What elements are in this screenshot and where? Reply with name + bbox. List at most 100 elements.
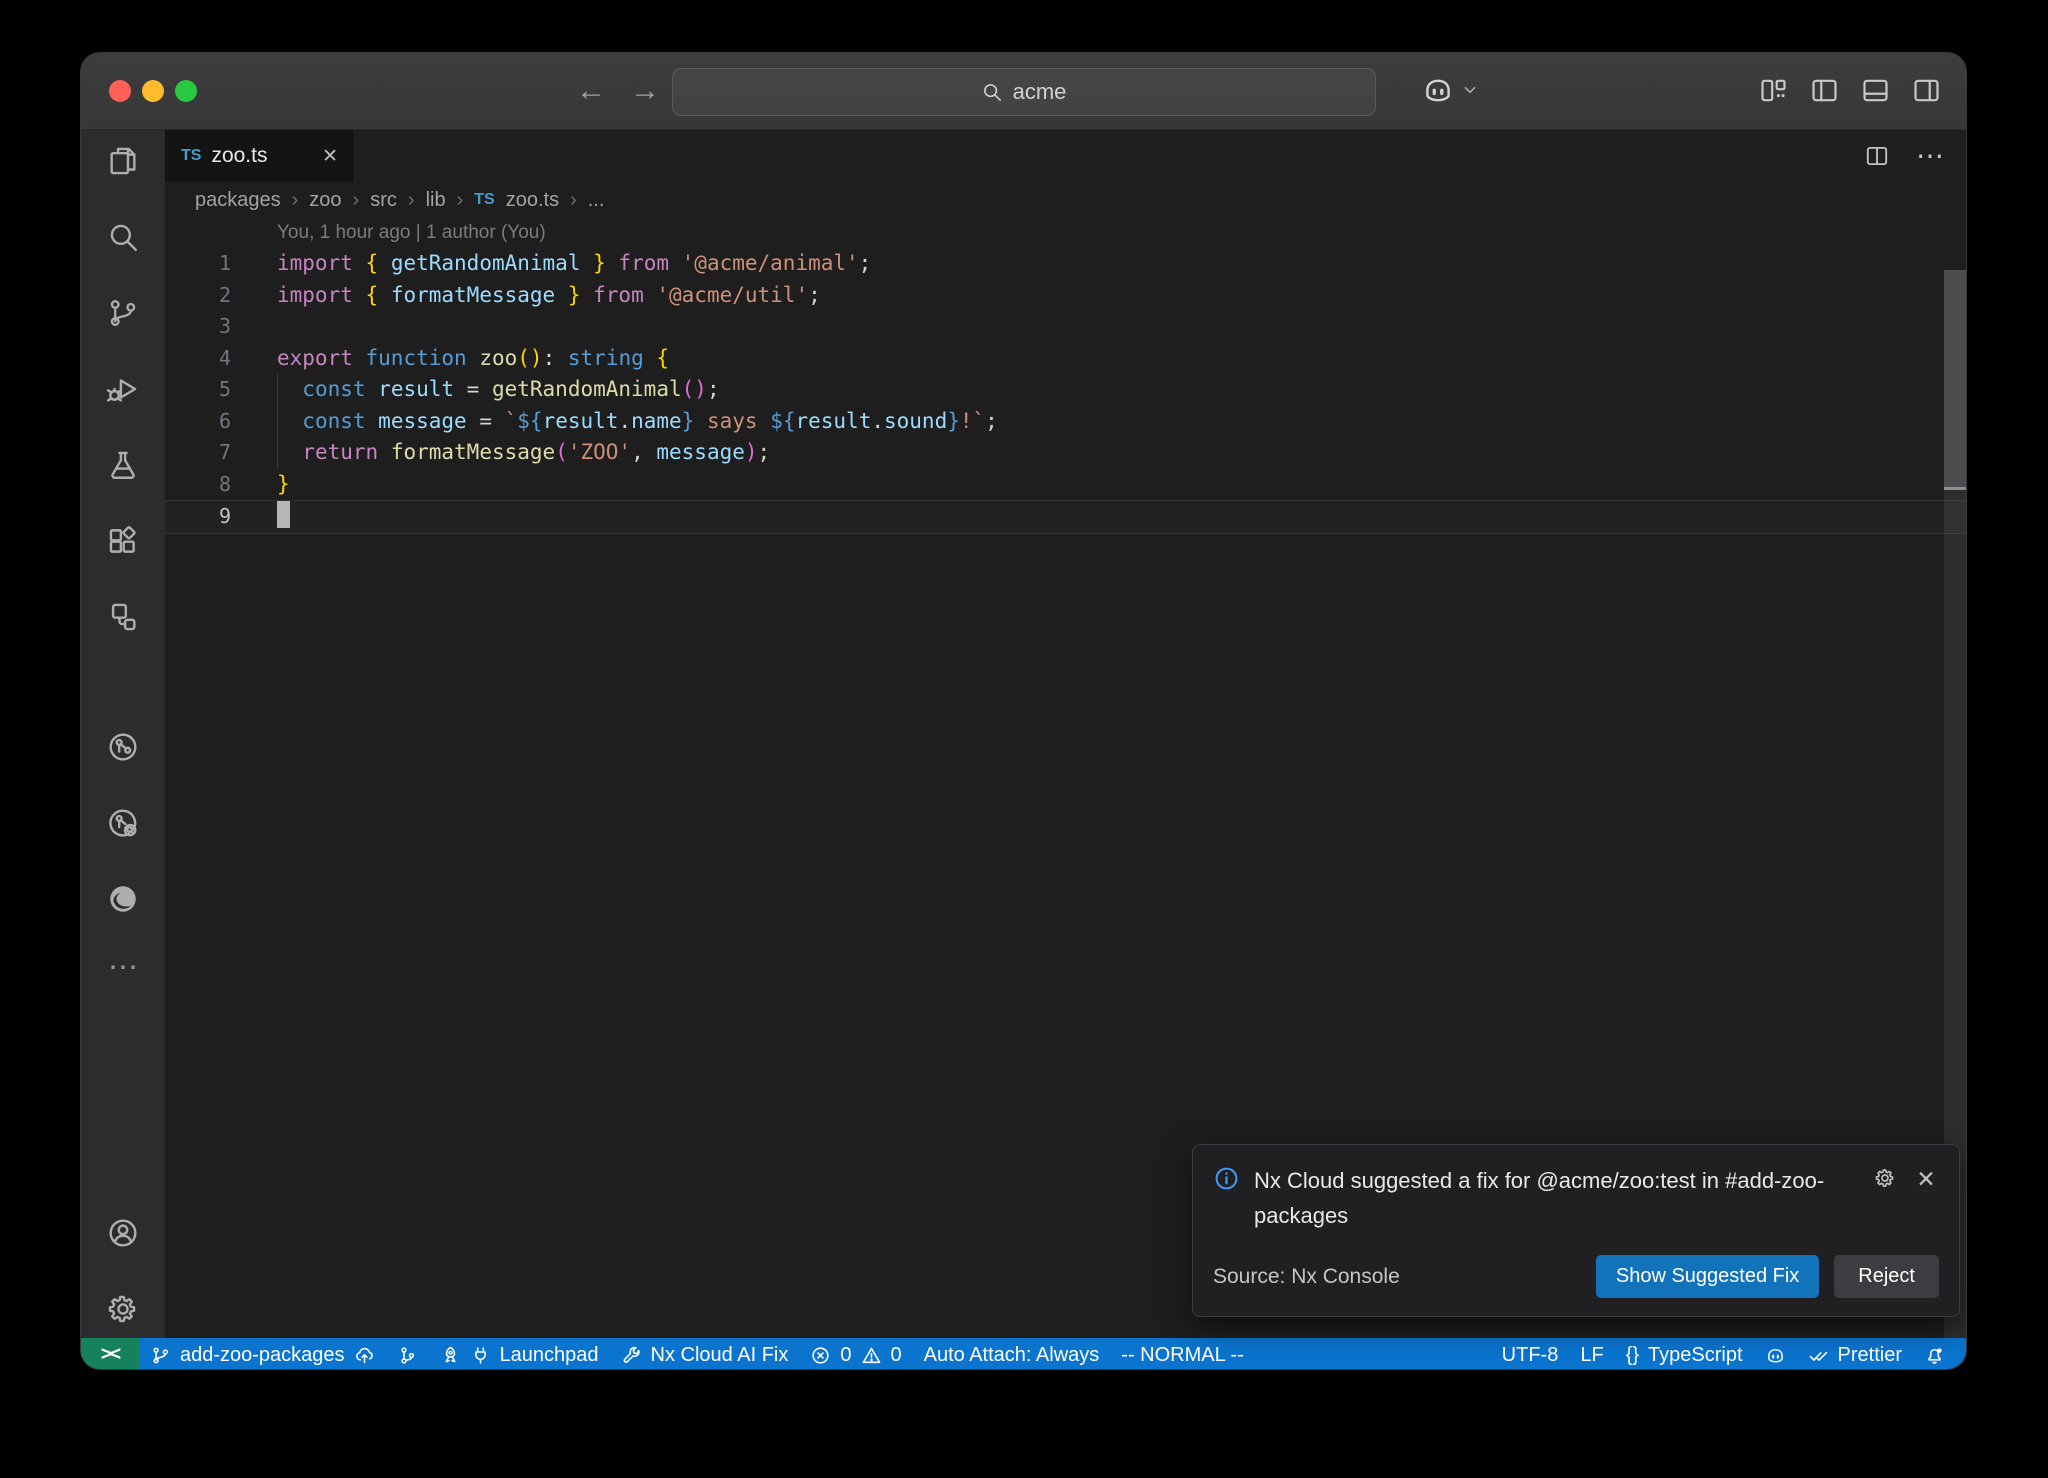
activity-item-edge-browser[interactable]	[106, 882, 140, 916]
minimize-window-button[interactable]	[142, 80, 164, 102]
status-problems-label: 0	[840, 1344, 851, 1367]
split-editor-icon[interactable]	[1864, 143, 1890, 169]
line-number: 9	[165, 501, 231, 533]
breadcrumb-item-zoots[interactable]: zoo.ts	[506, 189, 559, 212]
status-encoding[interactable]: UTF-8	[1491, 1338, 1570, 1370]
copilot-menu[interactable]	[1421, 73, 1479, 107]
notification-source: Source: Nx Console	[1213, 1265, 1596, 1289]
traffic-lights	[109, 80, 197, 102]
typescript-file-icon: TS	[181, 147, 201, 165]
scrollbar-slider[interactable]	[1944, 270, 1966, 487]
activity-item-nx-cloud[interactable]	[106, 806, 140, 840]
status-notifications-bell[interactable]	[1913, 1338, 1956, 1370]
status-vim-mode-label: -- NORMAL --	[1121, 1344, 1244, 1367]
git-blame-annotation: You, 1 hour ago | 1 author (You)	[165, 218, 1966, 248]
line-number: 7	[165, 437, 231, 469]
activity-more-icon[interactable]: ⋯	[106, 958, 140, 992]
close-window-button[interactable]	[109, 80, 131, 102]
warning-triangle-icon	[861, 1345, 882, 1366]
status-eol[interactable]: LF	[1569, 1338, 1614, 1370]
status-language-mode[interactable]: {}TypeScript	[1615, 1338, 1754, 1370]
line-number: 5	[165, 374, 231, 406]
status-auto-attach[interactable]: Auto Attach: Always	[913, 1338, 1111, 1370]
breadcrumb-separator: ›	[457, 189, 464, 212]
status-git-branch[interactable]: add-zoo-packages	[139, 1338, 386, 1370]
line-text	[231, 311, 290, 343]
activity-item-testing[interactable]	[106, 448, 140, 482]
activity-item-project-links[interactable]	[106, 600, 140, 634]
search-icon	[981, 81, 1003, 103]
double-check-icon	[1808, 1345, 1829, 1366]
code-line-8[interactable]: 8}	[165, 469, 1966, 501]
indent-guide	[277, 374, 278, 469]
tab-close-icon[interactable]: ✕	[322, 145, 338, 168]
status-launchpad[interactable]: Launchpad	[429, 1338, 610, 1370]
notification-toast: Nx Cloud suggested a fix for @acme/zoo:t…	[1192, 1144, 1960, 1317]
git-branch-icon	[150, 1345, 171, 1366]
breadcrumb-item-lib[interactable]: lib	[426, 189, 446, 212]
chevron-down-icon	[1461, 81, 1479, 99]
code-line-9[interactable]: 9	[165, 500, 1966, 534]
wrench-icon	[621, 1345, 642, 1366]
command-center-text: acme	[1013, 79, 1067, 105]
tab-zoo-ts[interactable]: TS zoo.ts ✕	[165, 130, 355, 182]
code-line-7[interactable]: 7 return formatMessage('ZOO', message);	[165, 437, 1966, 469]
code-line-1[interactable]: 1import { getRandomAnimal } from '@acme/…	[165, 248, 1966, 280]
show-suggested-fix-button[interactable]: Show Suggested Fix	[1596, 1255, 1819, 1298]
status-copilot-status[interactable]	[1754, 1338, 1797, 1370]
breadcrumb-item-packages[interactable]: packages	[195, 189, 281, 212]
status-auto-attach-label: Auto Attach: Always	[924, 1344, 1100, 1367]
line-number: 2	[165, 280, 231, 312]
activity-item-source-control[interactable]	[106, 296, 140, 330]
status-source-control-graph[interactable]	[386, 1338, 429, 1370]
line-text: return formatMessage('ZOO', message);	[231, 437, 770, 469]
code-line-6[interactable]: 6 const message = `${result.name} says $…	[165, 406, 1966, 438]
activity-item-run-debug[interactable]	[106, 372, 140, 406]
layout-sidebar-right-icon[interactable]	[1911, 75, 1942, 106]
line-number: 1	[165, 248, 231, 280]
breadcrumb-item-zoo[interactable]: zoo	[309, 189, 341, 212]
activity-item-settings[interactable]	[106, 1292, 140, 1326]
status-prettier[interactable]: Prettier	[1797, 1338, 1913, 1370]
line-text: import { getRandomAnimal } from '@acme/a…	[231, 248, 871, 280]
notification-settings-gear-icon[interactable]	[1873, 1166, 1899, 1192]
line-text: }	[231, 469, 290, 501]
line-number: 8	[165, 469, 231, 501]
layout-customize-icon[interactable]	[1758, 75, 1789, 106]
zoom-window-button[interactable]	[175, 80, 197, 102]
editor-cursor	[277, 501, 290, 528]
layout-sidebar-left-icon[interactable]	[1809, 75, 1840, 106]
back-button[interactable]: ←	[576, 68, 606, 114]
status-remote-indicator[interactable]: ><	[81, 1338, 139, 1370]
breadcrumb-item-[interactable]: ...	[588, 189, 605, 212]
code-line-2[interactable]: 2import { formatMessage } from '@acme/ut…	[165, 280, 1966, 312]
activity-item-explorer[interactable]	[106, 144, 140, 178]
reject-button[interactable]: Reject	[1834, 1255, 1939, 1298]
forward-button[interactable]: →	[630, 68, 660, 114]
status-problems[interactable]: 00	[799, 1338, 912, 1370]
activity-item-account[interactable]	[106, 1216, 140, 1250]
layout-panel-bottom-icon[interactable]	[1860, 75, 1891, 106]
activity-item-nx-console[interactable]	[106, 730, 140, 764]
code-line-5[interactable]: 5 const result = getRandomAnimal();	[165, 374, 1966, 406]
tab-bar: TS zoo.ts ✕ ⋯	[165, 130, 1966, 182]
status-language-mode-label: {}	[1626, 1344, 1639, 1367]
title-bar: ← → acme	[81, 53, 1966, 130]
status-bar: ><add-zoo-packages LaunchpadNx Cloud AI F…	[81, 1338, 1966, 1370]
copilot-icon	[1421, 73, 1455, 107]
breadcrumb-item-src[interactable]: src	[370, 189, 397, 212]
line-number: 3	[165, 311, 231, 343]
code-line-3[interactable]: 3	[165, 311, 1966, 343]
activity-item-search[interactable]	[106, 220, 140, 254]
error-circle-icon	[810, 1345, 831, 1366]
code-line-4[interactable]: 4export function zoo(): string {	[165, 343, 1966, 375]
activity-bar: ⋯	[81, 130, 165, 1338]
git-graph-icon	[397, 1345, 418, 1366]
activity-item-extensions[interactable]	[106, 524, 140, 558]
editor-more-actions-icon[interactable]: ⋯	[1916, 151, 1944, 161]
status-nx-cloud-ai-fix[interactable]: Nx Cloud AI Fix	[610, 1338, 800, 1370]
command-center-search[interactable]: acme	[672, 68, 1376, 116]
notification-close-icon[interactable]: ✕	[1913, 1166, 1939, 1192]
info-icon	[1213, 1165, 1240, 1192]
status-vim-mode[interactable]: -- NORMAL --	[1110, 1338, 1255, 1370]
